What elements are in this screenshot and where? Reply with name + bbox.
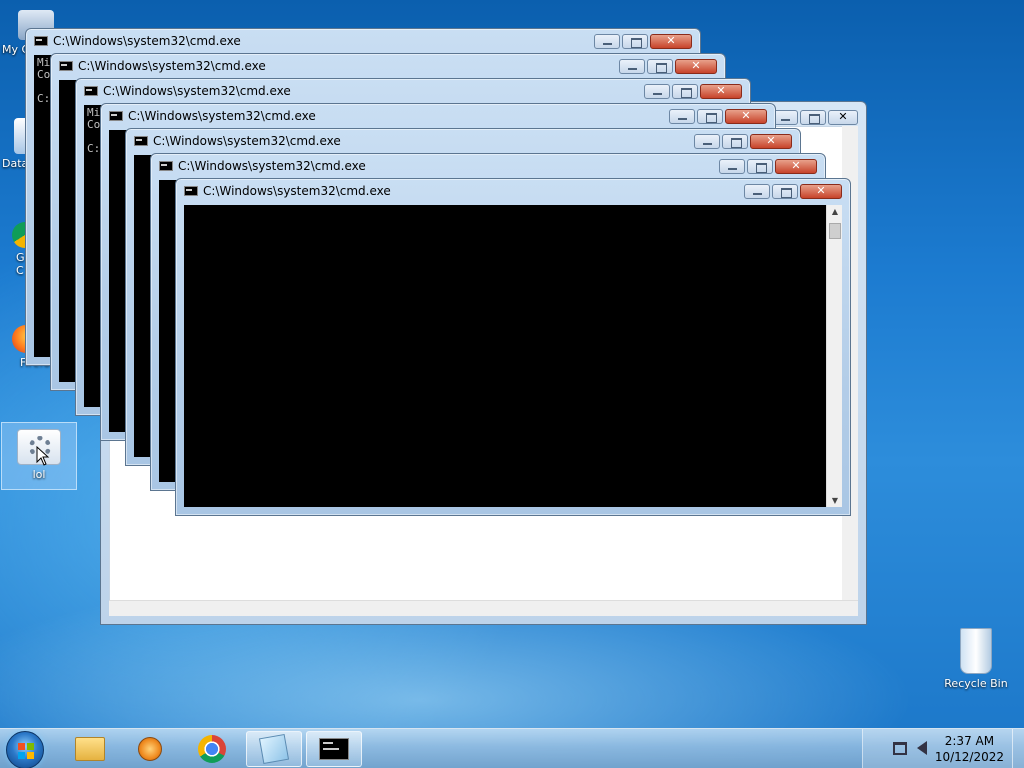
window-title: C:\Windows\system32\cmd.exe — [53, 34, 241, 48]
cmd-icon — [159, 161, 173, 171]
clock[interactable]: 2:37 AM 10/12/2022 — [935, 733, 1004, 765]
window-title: C:\Windows\system32\cmd.exe — [128, 109, 316, 123]
media-player-icon — [138, 737, 162, 761]
scroll-down-arrow[interactable]: ▼ — [827, 496, 843, 505]
desktop-icon-recycle-bin[interactable]: Recycle Bin — [938, 628, 1014, 690]
close-button[interactable] — [700, 84, 742, 99]
clock-date: 10/12/2022 — [934, 750, 1004, 764]
close-button[interactable]: ✕ — [828, 110, 858, 125]
console-output[interactable] — [184, 205, 826, 507]
taskbar-media-player[interactable] — [122, 731, 178, 767]
window-title: C:\Windows\system32\cmd.exe — [178, 159, 366, 173]
minimize-button[interactable] — [719, 159, 745, 174]
chrome-icon — [198, 735, 226, 763]
cmd-icon — [184, 186, 198, 196]
recycle-bin-icon — [960, 628, 992, 674]
close-button[interactable] — [650, 34, 692, 49]
cmd-window[interactable]: C:\Windows\system32\cmd.exe ▲ ▼ — [175, 178, 851, 516]
window-title: C:\Windows\system32\cmd.exe — [78, 59, 266, 73]
show-desktop-button[interactable] — [1012, 729, 1024, 768]
close-button[interactable] — [725, 109, 767, 124]
maximize-button[interactable] — [647, 59, 673, 74]
vertical-scrollbar[interactable]: ▲ ▼ — [826, 205, 842, 507]
start-button[interactable] — [6, 731, 44, 768]
window-title: C:\Windows\system32\cmd.exe — [153, 134, 341, 148]
scroll-up-arrow[interactable]: ▲ — [827, 207, 843, 216]
taskbar-chrome[interactable] — [184, 731, 240, 767]
minimize-button[interactable] — [644, 84, 670, 99]
maximize-button[interactable] — [800, 110, 826, 125]
scroll-thumb[interactable] — [829, 223, 841, 239]
window-title: C:\Windows\system32\cmd.exe — [103, 84, 291, 98]
windows-logo-icon — [18, 743, 34, 759]
maximize-button[interactable] — [672, 84, 698, 99]
close-button[interactable] — [750, 134, 792, 149]
close-button[interactable] — [775, 159, 817, 174]
taskbar-windows-explorer[interactable] — [62, 731, 118, 767]
minimize-button[interactable] — [694, 134, 720, 149]
minimize-button[interactable] — [594, 34, 620, 49]
cmd-icon — [109, 111, 123, 121]
minimize-button[interactable] — [619, 59, 645, 74]
mouse-cursor — [36, 446, 50, 466]
cmd-icon — [134, 136, 148, 146]
taskbar-notepad[interactable] — [246, 731, 302, 767]
desktop-icon-label: lol — [32, 468, 46, 481]
cmd-icon — [319, 738, 349, 760]
system-tray: 2:37 AM 10/12/2022 — [862, 729, 1024, 768]
taskbar: 2:37 AM 10/12/2022 — [0, 728, 1024, 768]
maximize-button[interactable] — [747, 159, 773, 174]
clock-time: 2:37 AM — [944, 734, 995, 748]
network-icon[interactable] — [893, 742, 907, 755]
minimize-button[interactable] — [744, 184, 770, 199]
notepad-icon — [258, 733, 290, 765]
minimize-button[interactable] — [669, 109, 695, 124]
horizontal-scrollbar[interactable] — [109, 600, 858, 616]
cmd-icon — [34, 36, 48, 46]
maximize-button[interactable] — [722, 134, 748, 149]
taskbar-cmd[interactable] — [306, 731, 362, 767]
windows-explorer-icon — [75, 737, 105, 761]
cmd-icon — [59, 61, 73, 71]
close-button[interactable] — [800, 184, 842, 199]
cmd-icon — [84, 86, 98, 96]
desktop-icon-label: Recycle Bin — [944, 677, 1008, 690]
maximize-button[interactable] — [697, 109, 723, 124]
close-button[interactable] — [675, 59, 717, 74]
window-title: C:\Windows\system32\cmd.exe — [203, 184, 391, 198]
maximize-button[interactable] — [622, 34, 648, 49]
volume-icon[interactable] — [917, 741, 927, 755]
maximize-button[interactable] — [772, 184, 798, 199]
